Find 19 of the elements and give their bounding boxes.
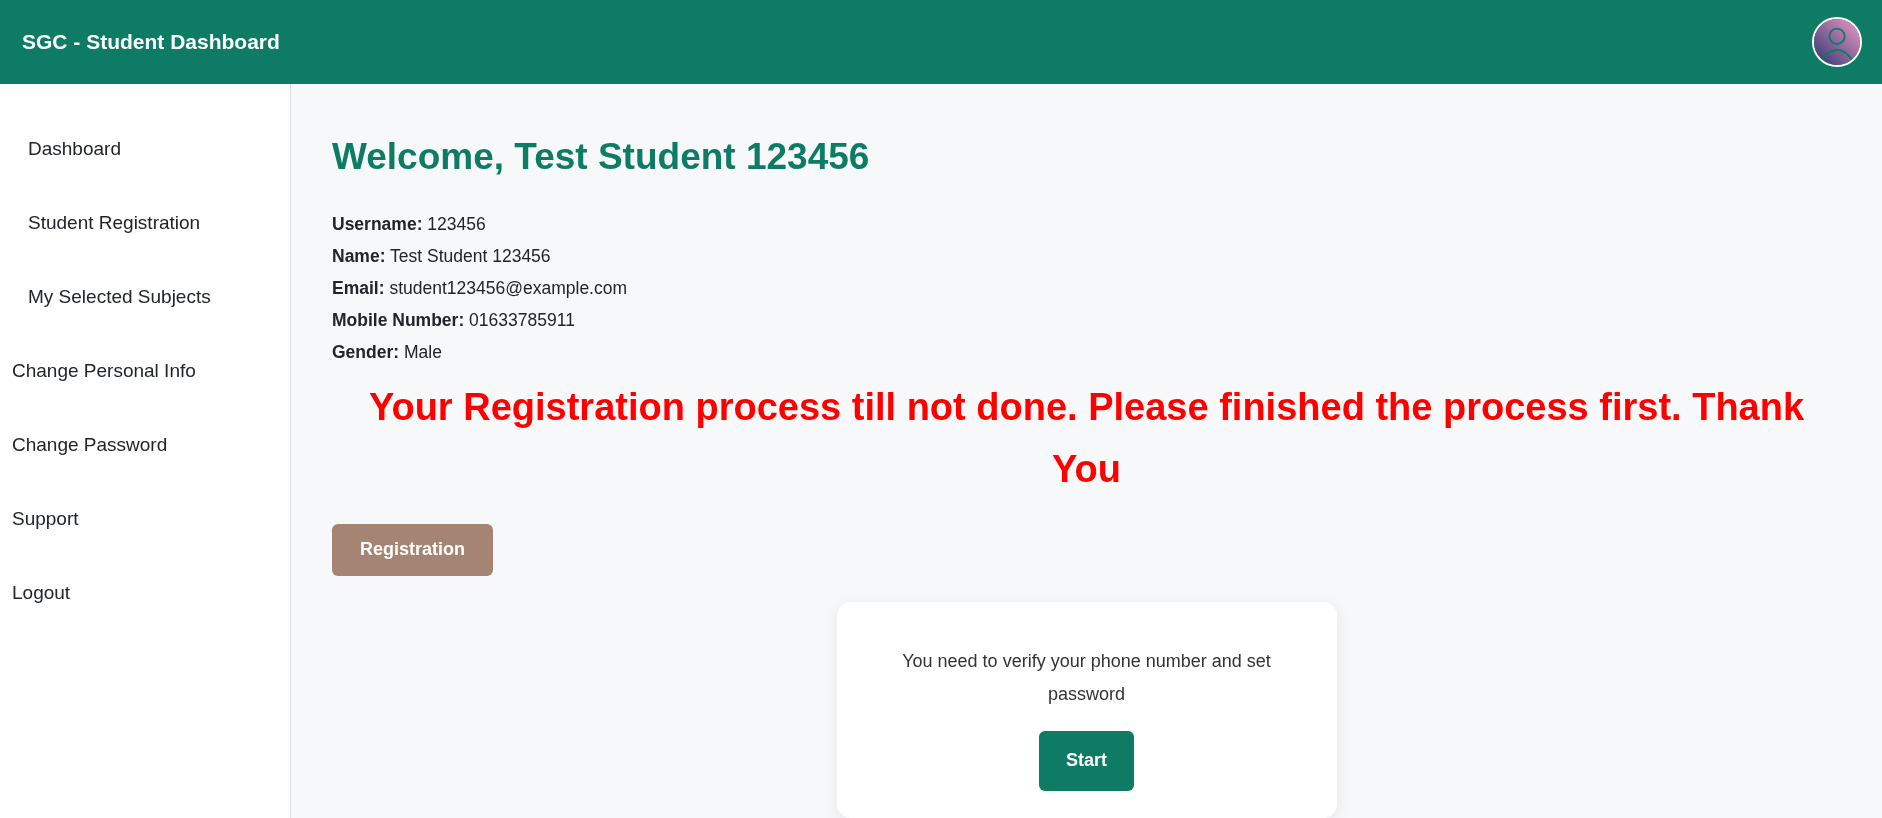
- start-button[interactable]: Start: [1039, 730, 1134, 791]
- profile-detail: Name: Test Student 123456: [332, 245, 551, 268]
- welcome-heading: Welcome, Test Student 123456: [332, 135, 870, 179]
- sidebar-item[interactable]: Change Password: [0, 408, 168, 482]
- sidebar-item[interactable]: Student Registration: [0, 186, 201, 260]
- sidebar-item[interactable]: Support: [0, 482, 79, 556]
- avatar-button[interactable]: [1812, 17, 1862, 67]
- sidebar-item[interactable]: Change Personal Info: [0, 334, 196, 408]
- sidebar-item[interactable]: My Selected Subjects: [0, 260, 211, 334]
- profile-detail: Username: 123456: [332, 213, 486, 236]
- user-avatar-icon: [1814, 19, 1860, 65]
- app-title: SGC - Student Dashboard: [22, 29, 280, 56]
- profile-detail: Mobile Number: 01633785911: [332, 309, 575, 332]
- profile-detail: Email: student123456@example.com: [332, 277, 628, 300]
- sidebar-item[interactable]: Dashboard: [0, 112, 121, 186]
- verify-message: You need to verify your phone number and set password: [901, 649, 1272, 706]
- profile-detail: Gender: Male: [332, 341, 442, 364]
- sidebar-item[interactable]: Logout: [0, 556, 71, 630]
- registration-warning-text: Your Registration process till not done. Please finished the process first. Thank You: [367, 385, 1806, 492]
